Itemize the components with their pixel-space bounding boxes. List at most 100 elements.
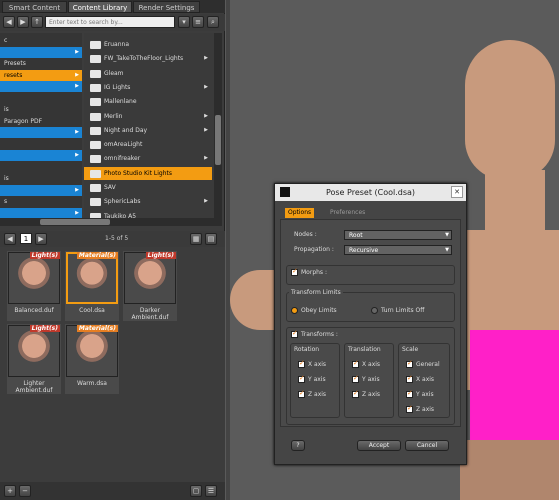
preset-card[interactable]: Light(s) Darker Ambient.duf bbox=[123, 251, 177, 321]
expand-arrow-icon[interactable]: ▶ bbox=[204, 52, 208, 65]
scale-x-checkbox[interactable] bbox=[406, 374, 413, 383]
turn-limits-off-radio[interactable] bbox=[371, 307, 378, 314]
tree-item[interactable]: ▶ bbox=[0, 46, 82, 58]
expand-arrow-icon[interactable]: ▶ bbox=[204, 81, 208, 94]
tree-item[interactable]: s bbox=[0, 196, 82, 207]
tree-item[interactable]: ▶ bbox=[0, 127, 82, 138]
scale-general-checkbox[interactable] bbox=[406, 359, 413, 368]
figure-neck bbox=[485, 170, 545, 230]
folder-icon bbox=[90, 155, 101, 164]
tab-options[interactable]: Options bbox=[285, 208, 315, 218]
tree-item[interactable]: ▶ bbox=[0, 184, 82, 196]
tab-preferences[interactable]: Preferences bbox=[327, 208, 368, 218]
cancel-button[interactable]: Cancel bbox=[405, 440, 449, 451]
tree-item[interactable] bbox=[0, 162, 82, 173]
tree-item[interactable]: Presets bbox=[0, 58, 82, 69]
tree-item[interactable]: ▶ bbox=[0, 207, 82, 219]
preset-card[interactable]: Light(s) Balanced.duf bbox=[7, 251, 61, 321]
close-icon[interactable]: ✕ bbox=[451, 186, 463, 198]
tree-item[interactable]: Paragon PDF bbox=[0, 116, 82, 127]
expand-arrow-icon[interactable]: ▶ bbox=[75, 150, 79, 161]
back-icon[interactable]: ◀ bbox=[3, 16, 15, 28]
options-icon[interactable]: ☰ bbox=[205, 485, 217, 497]
rotation-label: Rotation bbox=[294, 346, 320, 353]
nodes-select[interactable]: Root ▼ bbox=[344, 230, 452, 240]
expand-arrow-icon[interactable]: ▶ bbox=[204, 124, 208, 137]
scale-y-checkbox[interactable] bbox=[406, 389, 413, 398]
tab-render-settings[interactable]: Render Settings bbox=[133, 1, 200, 13]
expand-arrow-icon[interactable]: ▶ bbox=[75, 70, 79, 81]
tree-item[interactable]: is bbox=[0, 173, 82, 184]
content-library-pane: Smart Content Content Library Render Set… bbox=[0, 0, 225, 500]
tree-item[interactable]: resets ▶ bbox=[0, 69, 82, 81]
folder-item[interactable]: SphericLabs ▶ bbox=[84, 195, 212, 208]
tree-item[interactable]: ▶ bbox=[0, 150, 82, 161]
translation-x-checkbox[interactable] bbox=[352, 359, 359, 368]
folder-item[interactable]: IG Lights ▶ bbox=[84, 81, 212, 94]
rotation-x-checkbox[interactable] bbox=[298, 359, 305, 368]
tree-item[interactable]: is bbox=[0, 104, 82, 115]
folder-label: Photo Studio Kit Lights bbox=[104, 169, 173, 177]
transforms-checkbox[interactable] bbox=[291, 329, 298, 338]
preset-card[interactable]: Material(s) Warm.dsa bbox=[65, 324, 119, 394]
tree-item[interactable] bbox=[0, 93, 82, 104]
folder-vertical-scrollbar[interactable] bbox=[214, 33, 222, 226]
translation-z-checkbox[interactable] bbox=[352, 389, 359, 398]
add-icon[interactable]: + bbox=[4, 485, 16, 497]
expand-arrow-icon[interactable]: ▶ bbox=[204, 152, 208, 165]
accept-button[interactable]: Accept bbox=[357, 440, 401, 451]
preset-grid: Light(s) Balanced.duf Material(s) Cool.dsa L… bbox=[0, 247, 225, 482]
folder-item[interactable]: SAV bbox=[84, 181, 212, 194]
expand-arrow-icon[interactable]: ▶ bbox=[204, 110, 208, 123]
next-page-icon[interactable]: ▶ bbox=[35, 233, 47, 245]
up-icon[interactable]: ↑ bbox=[31, 16, 43, 28]
remove-icon[interactable]: − bbox=[19, 485, 31, 497]
obey-limits-radio[interactable] bbox=[291, 307, 298, 314]
expand-arrow-icon[interactable]: ▶ bbox=[75, 127, 79, 138]
expand-arrow-icon[interactable]: ▶ bbox=[75, 47, 79, 58]
folder-item[interactable]: Merlin ▶ bbox=[84, 110, 212, 123]
folder-item[interactable]: omnifreaker ▶ bbox=[84, 152, 212, 165]
search-options-icon[interactable]: ▾ bbox=[178, 16, 190, 28]
propagation-select[interactable]: Recursive ▼ bbox=[344, 245, 452, 255]
expand-arrow-icon[interactable]: ▶ bbox=[204, 195, 208, 208]
scroll-thumb[interactable] bbox=[215, 115, 221, 165]
folder-item[interactable]: Eruanna bbox=[84, 38, 212, 51]
help-icon[interactable]: ? bbox=[291, 440, 305, 451]
icon-view-icon[interactable]: ▦ bbox=[190, 233, 202, 245]
search-icon[interactable]: ⌕ bbox=[207, 16, 219, 28]
folder-horizontal-scrollbar[interactable] bbox=[0, 218, 214, 226]
folder-item[interactable]: Photo Studio Kit Lights bbox=[84, 166, 212, 180]
rotation-y-checkbox[interactable] bbox=[298, 374, 305, 383]
search-input[interactable]: Enter text to search by... bbox=[45, 16, 175, 28]
scroll-thumb[interactable] bbox=[40, 219, 110, 225]
view-mode-icon[interactable]: ≡ bbox=[192, 16, 204, 28]
morphs-checkbox[interactable] bbox=[291, 267, 298, 276]
folder-item[interactable]: FW_TakeToTheFloor_Lights ▶ bbox=[84, 52, 212, 65]
folder-item[interactable]: Night and Day ▶ bbox=[84, 124, 212, 137]
folder-item[interactable]: omAreaLight bbox=[84, 138, 212, 151]
page-number[interactable]: 1 bbox=[20, 233, 32, 244]
expand-arrow-icon[interactable]: ▶ bbox=[75, 81, 79, 92]
list-view-icon[interactable]: ▤ bbox=[205, 233, 217, 245]
expand-arrow-icon[interactable]: ▶ bbox=[75, 208, 79, 219]
preset-card[interactable]: Material(s) Cool.dsa bbox=[65, 251, 119, 321]
preset-card[interactable]: Light(s) Lighter Ambient.duf bbox=[7, 324, 61, 394]
folder-item[interactable]: Gleam bbox=[84, 67, 212, 80]
tree-item[interactable]: ▶ bbox=[0, 81, 82, 92]
tab-content-library[interactable]: Content Library bbox=[68, 1, 132, 13]
new-file-icon[interactable]: ▢ bbox=[190, 485, 202, 497]
forward-icon[interactable]: ▶ bbox=[17, 16, 29, 28]
preset-name: Darker Ambient.duf bbox=[131, 307, 169, 321]
tree-item[interactable] bbox=[0, 139, 82, 150]
rotation-z-checkbox[interactable] bbox=[298, 389, 305, 398]
folder-item[interactable]: Mallenlane bbox=[84, 95, 212, 108]
translation-y-checkbox[interactable] bbox=[352, 374, 359, 383]
scale-z-checkbox[interactable] bbox=[406, 404, 413, 413]
prev-page-icon[interactable]: ◀ bbox=[4, 233, 16, 245]
tree-item[interactable]: c bbox=[0, 35, 82, 46]
nodes-value: Root bbox=[349, 232, 363, 239]
dialog-title: Pose Preset (Cool.dsa) bbox=[275, 184, 466, 201]
tab-smart-content[interactable]: Smart Content bbox=[2, 1, 67, 13]
expand-arrow-icon[interactable]: ▶ bbox=[75, 185, 79, 196]
